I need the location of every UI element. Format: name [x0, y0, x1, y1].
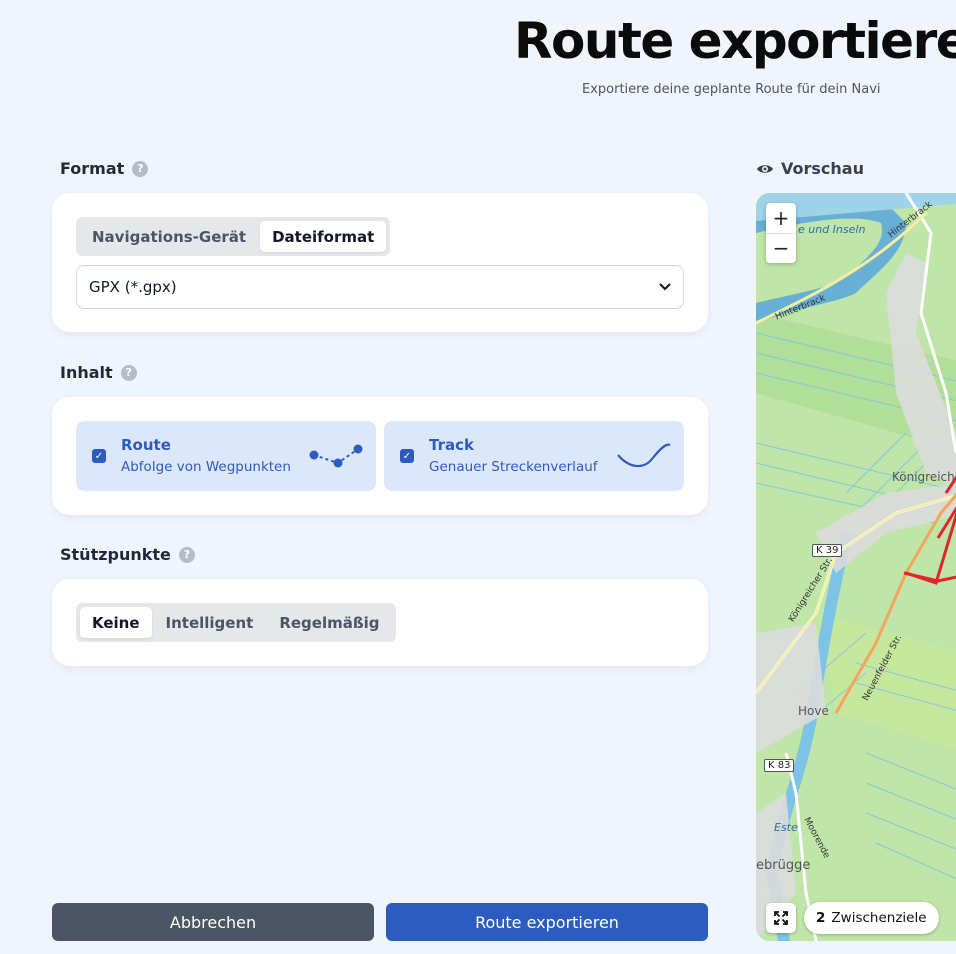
stuetzpunkte-section-label: Stützpunkte ?	[60, 545, 195, 564]
road-sign-k39: K 39	[812, 544, 843, 557]
preview-title: Vorschau	[781, 159, 864, 178]
zoom-in-button[interactable]: +	[766, 203, 796, 233]
map-label-koenigreich: Königreich	[892, 470, 955, 484]
expand-icon	[774, 911, 788, 925]
stuetzpunkte-label: Stützpunkte	[60, 545, 171, 564]
tab-keine[interactable]: Keine	[80, 607, 152, 638]
option-track[interactable]: ✓ Track Genauer Streckenverlauf	[384, 421, 684, 491]
tab-regelmaessig[interactable]: Regelmäßig	[267, 607, 391, 638]
map-label-hove: Hove	[798, 704, 829, 718]
inhalt-section-label: Inhalt ?	[60, 363, 137, 382]
format-section-label: Format ?	[60, 159, 149, 178]
export-route-button[interactable]: Route exportieren	[386, 903, 708, 941]
track-checkbox[interactable]: ✓	[400, 449, 414, 463]
waypoint-label: Zwischenziele	[831, 910, 927, 926]
format-label: Format	[60, 159, 125, 178]
option-route[interactable]: ✓ Route Abfolge von Wegpunkten	[76, 421, 376, 491]
track-curve-icon	[617, 443, 671, 468]
format-tabs: Navigations-Gerät Dateiformat	[76, 217, 391, 256]
stuetzpunkte-tabs: Keine Intelligent Regelmäßig	[76, 603, 396, 642]
zoom-out-button[interactable]: −	[766, 232, 796, 264]
road-sign-k83: K 83	[764, 759, 795, 772]
tab-intelligent[interactable]: Intelligent	[154, 607, 266, 638]
question-icon[interactable]: ?	[132, 160, 149, 177]
stuetzpunkte-card: Keine Intelligent Regelmäßig	[52, 579, 708, 666]
inhalt-card: ✓ Route Abfolge von Wegpunkten ✓ Track G…	[52, 397, 708, 515]
route-title: Route	[121, 436, 171, 454]
waypoints-chip[interactable]: 2 Zwischenziele	[804, 902, 939, 934]
waypoints-icon	[309, 444, 363, 468]
route-checkbox[interactable]: ✓	[92, 449, 106, 463]
inhalt-label: Inhalt	[60, 363, 113, 382]
tab-dateiformat[interactable]: Dateiformat	[260, 221, 387, 252]
file-format-select[interactable]: GPX (*.gpx)	[76, 265, 684, 309]
fullscreen-button[interactable]	[766, 903, 796, 933]
map-preview[interactable]: e und Inseln Hinterbrack Hinterbrack Kön…	[756, 193, 956, 941]
track-title: Track	[429, 436, 474, 454]
route-description: Abfolge von Wegpunkten	[121, 459, 291, 475]
map-label-bruegge: ebrügge	[756, 858, 811, 873]
track-description: Genauer Streckenverlauf	[429, 459, 598, 475]
format-card: Navigations-Gerät Dateiformat GPX (*.gpx…	[52, 193, 708, 332]
cancel-button[interactable]: Abbrechen	[52, 903, 374, 941]
map-zoom-controls: + −	[766, 203, 796, 263]
waypoint-count: 2	[816, 910, 826, 926]
page-title: Route exportieren	[514, 12, 956, 70]
page-subtitle: Exportiere deine geplante Route für dein…	[582, 82, 881, 97]
chevron-down-icon	[659, 283, 671, 291]
question-icon[interactable]: ?	[178, 546, 195, 563]
file-format-value: GPX (*.gpx)	[89, 278, 177, 296]
map-label-inseln: e und Inseln	[798, 223, 866, 236]
tab-navigations-geraet[interactable]: Navigations-Gerät	[80, 221, 258, 252]
map-label-este: Este	[774, 821, 798, 834]
question-icon[interactable]: ?	[120, 364, 137, 381]
preview-label: Vorschau	[756, 159, 864, 178]
eye-icon	[757, 164, 773, 173]
